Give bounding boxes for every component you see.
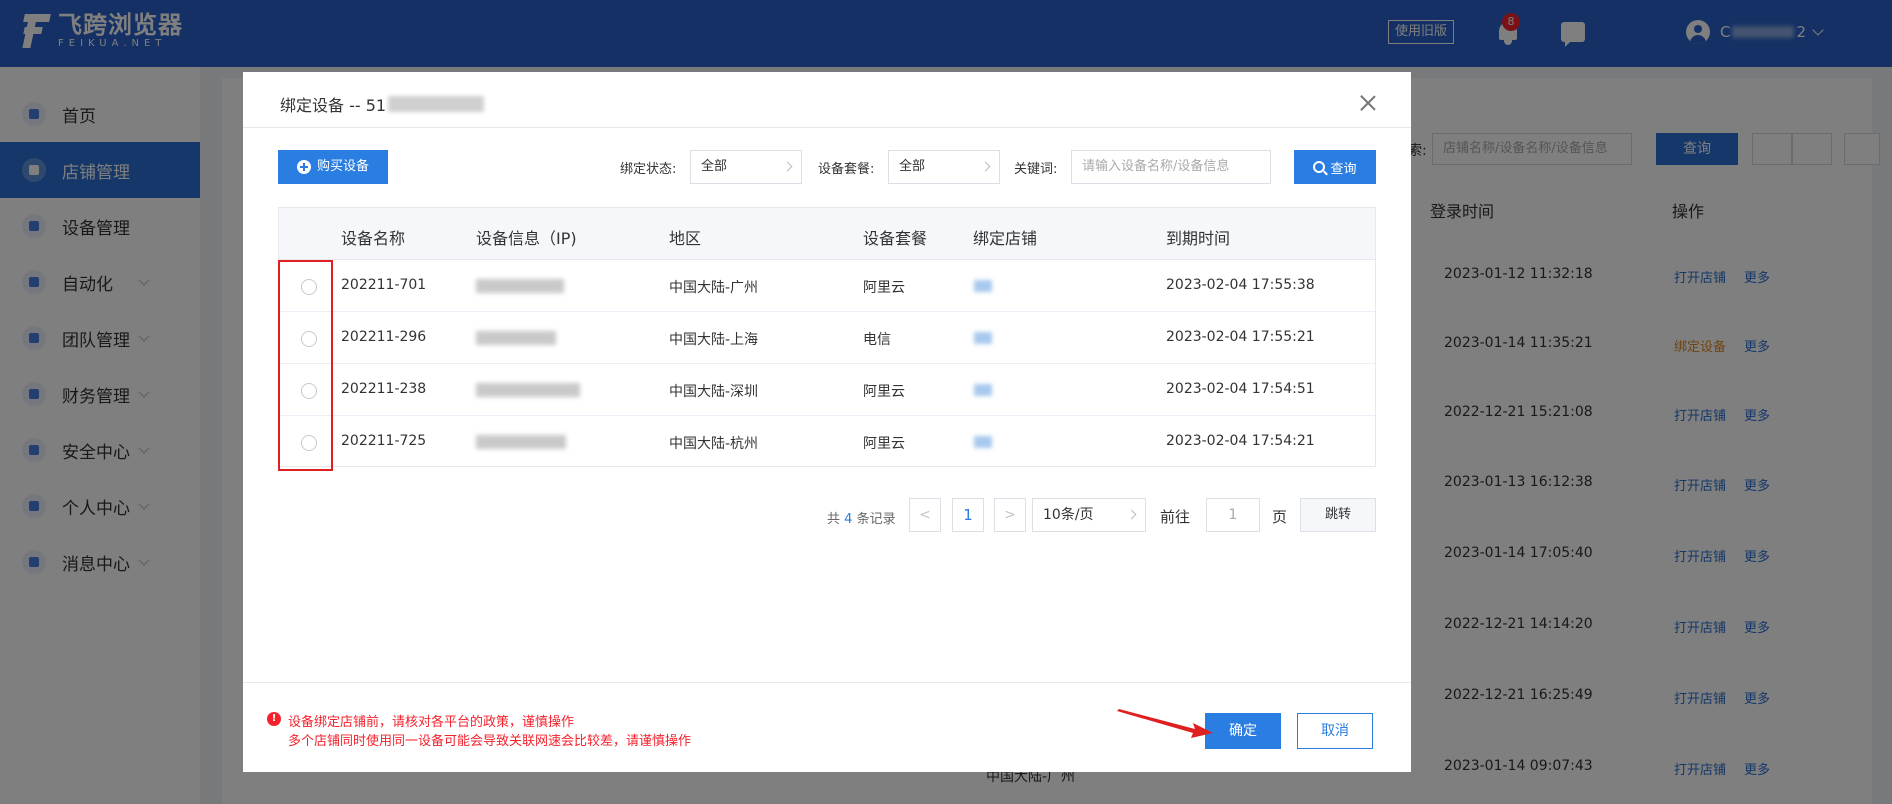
package-label: 设备套餐: xyxy=(818,162,875,177)
dialog-title-text: 绑定设备 -- 51 xyxy=(280,96,387,115)
bind-status-select[interactable]: 全部 xyxy=(690,150,802,184)
table-header: 设备名称 设备信息（IP) 地区 设备套餐 绑定店铺 到期时间 xyxy=(279,208,1375,260)
table-row[interactable]: 202211-701 中国大陆-广州 阿里云 2023-02-04 17:55:38 xyxy=(279,260,1375,312)
bind-status-value: 全部 xyxy=(701,159,728,174)
cell-region: 中国大陆-深圳 xyxy=(669,384,759,400)
total-count: 4 xyxy=(844,512,853,527)
redacted-id xyxy=(388,96,485,112)
divider xyxy=(243,682,1411,683)
col-device-name: 设备名称 xyxy=(341,229,406,248)
page-1-button[interactable]: 1 xyxy=(952,498,984,532)
jump-button[interactable]: 跳转 xyxy=(1300,498,1376,532)
cell-name: 202211-296 xyxy=(341,329,427,345)
cell-package: 电信 xyxy=(863,332,891,348)
close-icon[interactable] xyxy=(1357,92,1379,114)
table-row[interactable]: 202211-725 中国大陆-杭州 阿里云 2023-02-04 17:54:21 xyxy=(279,416,1375,468)
keyword-label: 关键词: xyxy=(1014,162,1058,177)
buy-device-label: 购买设备 xyxy=(316,159,369,174)
warning-icon: ! xyxy=(267,712,281,726)
cell-name: 202211-725 xyxy=(341,433,427,449)
table-row[interactable]: 202211-238 中国大陆-深圳 阿里云 2023-02-04 17:54:51 xyxy=(279,364,1375,416)
total-suffix: 条记录 xyxy=(856,512,896,527)
cell-region: 中国大陆-杭州 xyxy=(669,436,759,452)
chevron-right-icon xyxy=(980,161,991,172)
col-expire-time: 到期时间 xyxy=(1166,229,1231,248)
redacted-bound-shop xyxy=(974,332,992,344)
cell-package: 阿里云 xyxy=(863,280,905,296)
highlight-annotation-box xyxy=(278,260,333,471)
package-value: 全部 xyxy=(899,159,926,174)
cell-expire: 2023-02-04 17:55:38 xyxy=(1166,277,1315,293)
total-records: 共 4 条记录 xyxy=(827,508,896,527)
redacted-ip xyxy=(476,279,564,293)
cancel-button[interactable]: 取消 xyxy=(1297,713,1373,749)
cell-expire: 2023-02-04 17:54:21 xyxy=(1166,433,1315,449)
col-region: 地区 xyxy=(669,229,702,248)
col-device-ip: 设备信息（IP) xyxy=(476,229,577,248)
cell-region: 中国大陆-上海 xyxy=(669,332,759,348)
page-size-value: 10条/页 xyxy=(1043,507,1094,523)
query-button[interactable]: 查询 xyxy=(1294,150,1376,184)
redacted-bound-shop xyxy=(974,384,992,396)
cell-expire: 2023-02-04 17:55:21 xyxy=(1166,329,1315,345)
package-select[interactable]: 全部 xyxy=(888,150,1000,184)
chevron-right-icon xyxy=(1126,509,1137,520)
divider xyxy=(243,127,1411,128)
total-prefix: 共 xyxy=(827,512,841,527)
cell-expire: 2023-02-04 17:54:51 xyxy=(1166,381,1315,397)
cell-package: 阿里云 xyxy=(863,384,905,400)
page-unit-label: 页 xyxy=(1272,508,1288,526)
query-label: 查询 xyxy=(1330,161,1357,177)
device-table: 设备名称 设备信息（IP) 地区 设备套餐 绑定店铺 到期时间 202211-7… xyxy=(278,207,1376,467)
keyword-input[interactable]: 请输入设备名称/设备信息 xyxy=(1071,150,1271,184)
cell-name: 202211-238 xyxy=(341,381,427,397)
warning-text-2: 多个店铺同时使用同一设备可能会导致关联网速会比较差，请谨慎操作 xyxy=(288,734,692,749)
buy-device-button[interactable]: 购买设备 xyxy=(278,150,388,184)
page-size-select[interactable]: 10条/页 xyxy=(1032,498,1146,532)
goto-page-input[interactable]: 1 xyxy=(1206,498,1260,532)
redacted-ip xyxy=(476,435,566,449)
warning-text-1: 设备绑定店铺前，请核对各平台的政策，谨慎操作 xyxy=(288,715,575,730)
next-page-button[interactable]: > xyxy=(994,498,1026,532)
goto-label: 前往 xyxy=(1160,508,1191,526)
cell-region: 中国大陆-广州 xyxy=(669,280,759,296)
redacted-ip xyxy=(476,331,556,345)
redacted-bound-shop xyxy=(974,280,992,292)
plus-circle-icon xyxy=(296,160,311,174)
table-row[interactable]: 202211-296 中国大陆-上海 电信 2023-02-04 17:55:21 xyxy=(279,312,1375,364)
redacted-ip xyxy=(476,383,580,397)
redacted-bound-shop xyxy=(974,436,992,448)
cell-package: 阿里云 xyxy=(863,436,905,452)
chevron-right-icon xyxy=(782,161,793,172)
bind-status-label: 绑定状态: xyxy=(620,162,677,177)
confirm-button[interactable]: 确定 xyxy=(1205,713,1281,749)
col-package: 设备套餐 xyxy=(863,229,928,248)
col-bound-shop: 绑定店铺 xyxy=(973,229,1038,248)
prev-page-button[interactable]: < xyxy=(909,498,941,532)
red-arrow-annotation-icon xyxy=(1117,709,1213,738)
cell-name: 202211-701 xyxy=(341,277,427,293)
bind-device-dialog: 绑定设备 -- 51 购买设备 绑定状态: 全部 设备套餐: 全部 关键词: 请… xyxy=(243,72,1411,772)
search-icon xyxy=(1313,161,1326,173)
dialog-title: 绑定设备 -- 51 xyxy=(280,92,485,116)
